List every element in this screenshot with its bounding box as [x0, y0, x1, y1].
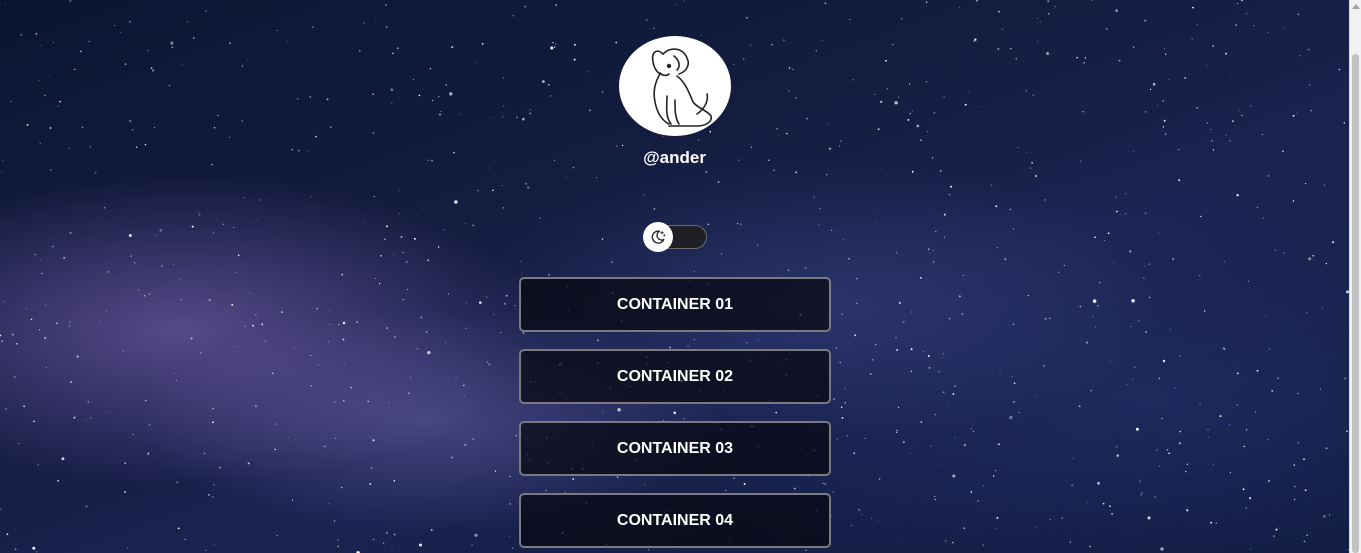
theme-toggle-knob[interactable] [643, 222, 673, 252]
link-button-container-01[interactable]: CONTAINER 01 [519, 277, 831, 332]
theme-toggle[interactable] [643, 222, 707, 252]
link-button-container-02[interactable]: CONTAINER 02 [519, 349, 831, 404]
vertical-scrollbar[interactable] [1349, 0, 1361, 553]
moon-stars-icon [651, 230, 666, 244]
avatar [619, 36, 731, 136]
dog-illustration-icon [651, 48, 713, 127]
link-button-container-04[interactable]: CONTAINER 04 [519, 493, 831, 548]
username: @ander [643, 148, 706, 167]
link-button-container-03[interactable]: CONTAINER 03 [519, 421, 831, 476]
scrollbar-thumb[interactable] [1352, 54, 1359, 553]
profile-page: @ander CONTAINER 01 CONTAINER 02 CONTAIN… [0, 0, 1349, 553]
scroll-up-icon[interactable] [1352, 4, 1360, 9]
